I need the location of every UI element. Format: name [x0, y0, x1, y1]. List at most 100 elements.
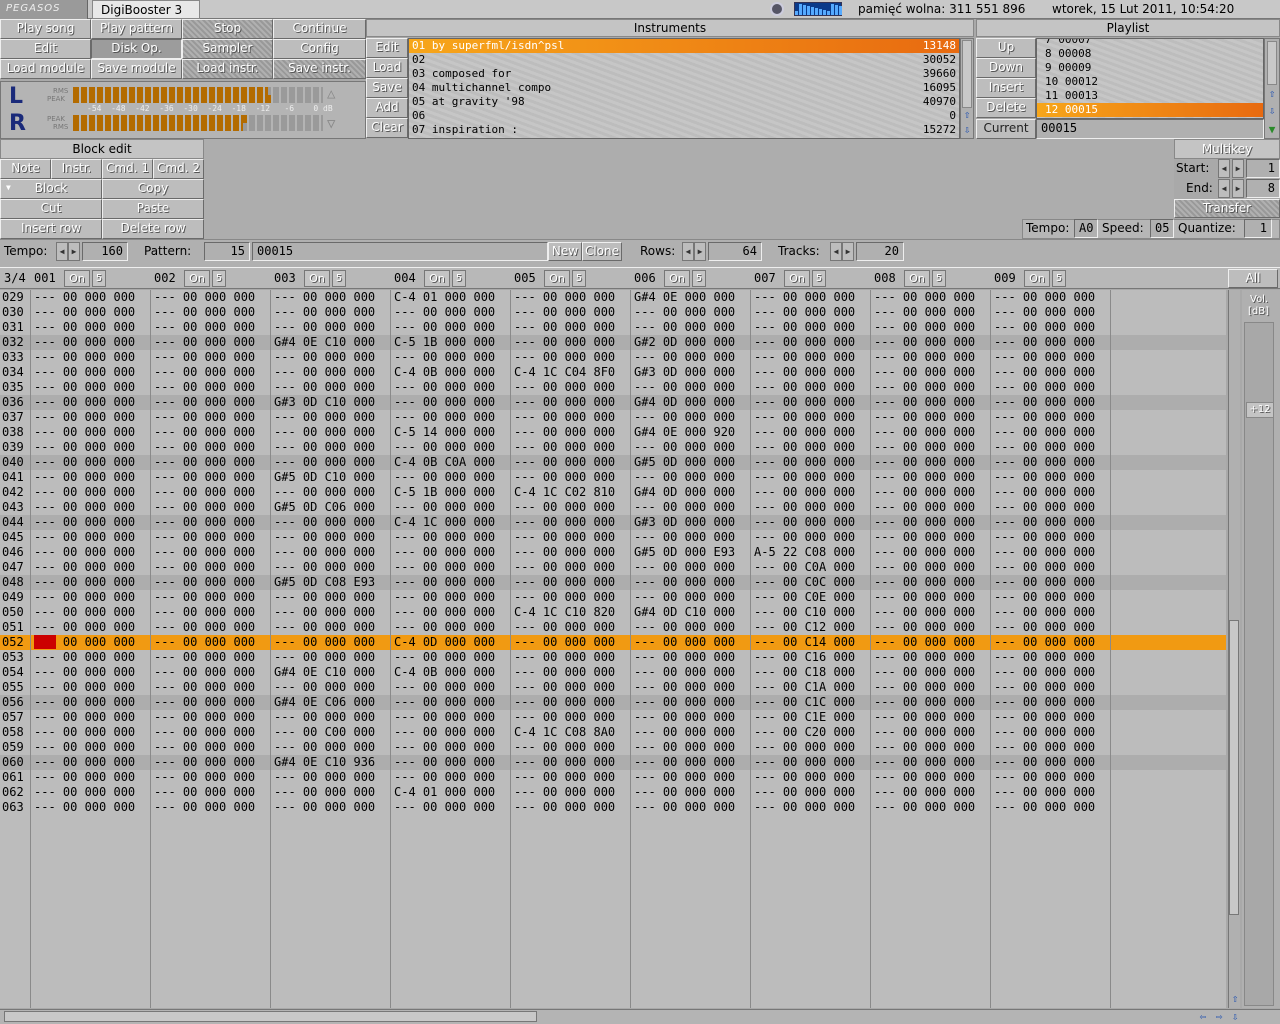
pattern-cell[interactable]: --- 00 000 000: [994, 500, 1095, 515]
dropdown-arrow-icon[interactable]: ▼: [6, 183, 11, 192]
block-note-button[interactable]: Note: [0, 159, 51, 179]
pattern-cell[interactable]: G#4 0E C10 936: [274, 755, 375, 770]
pattern-cell[interactable]: --- 00 000 000: [514, 560, 615, 575]
pattern-row[interactable]: 048 --- 00 000 000 --- 00 000 000 G#5 0D C0…: [0, 575, 1226, 590]
pattern-cell[interactable]: --- 00 000 000: [274, 410, 375, 425]
pattern-row[interactable]: 047 --- 00 000 000 --- 00 000 000 --- 00 00…: [0, 560, 1226, 575]
pattern-cell[interactable]: --- 00 000 000: [994, 785, 1095, 800]
pattern-cell[interactable]: G#4 0E C10 000: [274, 665, 375, 680]
pattern-number-field[interactable]: 15: [204, 242, 250, 261]
pattern-cell[interactable]: --- 00 000 000: [994, 380, 1095, 395]
track-volume-button[interactable]: 5: [572, 270, 586, 287]
continue-button[interactable]: Continue: [273, 19, 366, 39]
edit-cursor[interactable]: ---: [34, 635, 56, 649]
transfer-button[interactable]: Transfer: [1174, 199, 1280, 218]
pattern-cell[interactable]: --- 00 000 000: [994, 470, 1095, 485]
pattern-cell[interactable]: --- 00 000 000: [514, 785, 615, 800]
pattern-cell[interactable]: --- 00 000 000: [994, 425, 1095, 440]
pattern-cell[interactable]: --- 00 000 000: [34, 635, 135, 650]
pattern-cell[interactable]: --- 00 000 000: [994, 755, 1095, 770]
pattern-cell[interactable]: --- 00 000 000: [34, 650, 135, 665]
pattern-cell[interactable]: --- 00 000 000: [394, 395, 495, 410]
pattern-cell[interactable]: --- 00 000 000: [154, 725, 255, 740]
pattern-cell[interactable]: --- 00 000 000: [154, 395, 255, 410]
pattern-cell[interactable]: --- 00 000 000: [394, 350, 495, 365]
pattern-cell[interactable]: --- 00 000 000: [274, 620, 375, 635]
pattern-cell[interactable]: --- 00 000 000: [34, 695, 135, 710]
pattern-cell[interactable]: --- 00 000 000: [154, 665, 255, 680]
pattern-row[interactable]: 029 --- 00 000 000 --- 00 000 000 --- 00 00…: [0, 290, 1226, 305]
track-on-toggle[interactable]: On: [64, 270, 90, 287]
pattern-row[interactable]: 062 --- 00 000 000 --- 00 000 000 --- 00 00…: [0, 785, 1226, 800]
pattern-cell[interactable]: --- 00 000 000: [394, 725, 495, 740]
pattern-row[interactable]: 045 --- 00 000 000 --- 00 000 000 --- 00 00…: [0, 530, 1226, 545]
start-field[interactable]: 1: [1246, 159, 1280, 178]
pattern-cell[interactable]: C-4 1C C10 820: [514, 605, 615, 620]
pattern-row[interactable]: 049 --- 00 000 000 --- 00 000 000 --- 00 00…: [0, 590, 1226, 605]
pattern-cell[interactable]: --- 00 000 000: [34, 410, 135, 425]
pattern-cell[interactable]: --- 00 000 000: [754, 530, 855, 545]
pattern-cell[interactable]: --- 00 000 000: [994, 620, 1095, 635]
pattern-cell[interactable]: --- 00 000 000: [994, 665, 1095, 680]
save-module-button[interactable]: Save module: [91, 59, 182, 79]
pattern-row[interactable]: 053 --- 00 000 000 --- 00 000 000 --- 00 00…: [0, 650, 1226, 665]
pattern-row[interactable]: 034 --- 00 000 000 --- 00 000 000 --- 00 00…: [0, 365, 1226, 380]
pattern-cell[interactable]: --- 00 000 000: [754, 380, 855, 395]
pattern-cell[interactable]: --- 00 000 000: [874, 305, 975, 320]
block-cmd-2-button[interactable]: Cmd. 2: [153, 159, 204, 179]
pattern-cell[interactable]: --- 00 000 000: [34, 365, 135, 380]
pattern-cell[interactable]: --- 00 000 000: [34, 455, 135, 470]
instrument-item[interactable]: 05 at gravity '98 40970: [409, 95, 959, 109]
pattern-cell[interactable]: --- 00 000 000: [154, 650, 255, 665]
pattern-cell[interactable]: --- 00 000 000: [754, 785, 855, 800]
playlist-item[interactable]: 10 00012: [1037, 75, 1263, 89]
pattern-cell[interactable]: --- 00 000 000: [34, 590, 135, 605]
pattern-cell[interactable]: --- 00 000 000: [634, 410, 735, 425]
track-on-toggle[interactable]: On: [1024, 270, 1050, 287]
pattern-cell[interactable]: --- 00 000 000: [754, 485, 855, 500]
pattern-cell[interactable]: --- 00 000 000: [514, 380, 615, 395]
pattern-cell[interactable]: --- 00 000 000: [34, 470, 135, 485]
pattern-cell[interactable]: --- 00 000 000: [634, 710, 735, 725]
pattern-cell[interactable]: --- 00 000 000: [754, 455, 855, 470]
pattern-cell[interactable]: --- 00 000 000: [34, 395, 135, 410]
pattern-cell[interactable]: --- 00 000 000: [874, 740, 975, 755]
load-instr-button[interactable]: Load instr.: [182, 59, 273, 79]
pattern-cell[interactable]: --- 00 C0C 000: [754, 575, 855, 590]
pattern-cell[interactable]: --- 00 000 000: [754, 800, 855, 815]
pattern-cell[interactable]: --- 00 000 000: [394, 545, 495, 560]
pattern-cell[interactable]: --- 00 000 000: [994, 695, 1095, 710]
pattern-cell[interactable]: --- 00 000 000: [514, 410, 615, 425]
pattern-cell[interactable]: --- 00 000 000: [874, 335, 975, 350]
playlist-insert-button[interactable]: Insert: [976, 78, 1036, 98]
pattern-cell[interactable]: --- 00 000 000: [874, 665, 975, 680]
instrument-item[interactable]: 04 multichannel compo 16095: [409, 81, 959, 95]
pattern-cell[interactable]: G#4 0D C10 000: [634, 605, 735, 620]
pattern-cell[interactable]: --- 00 000 000: [34, 305, 135, 320]
end-decrease-icon[interactable]: ◀: [1218, 179, 1230, 198]
pattern-cell[interactable]: --- 00 000 000: [514, 545, 615, 560]
pattern-cell[interactable]: G#5 0D 000 E93: [634, 545, 735, 560]
pattern-cell[interactable]: --- 00 000 000: [994, 545, 1095, 560]
pattern-cell[interactable]: --- 00 C1E 000: [754, 710, 855, 725]
track-on-toggle[interactable]: On: [784, 270, 810, 287]
pattern-cell[interactable]: --- 00 000 000: [634, 665, 735, 680]
pattern-cell[interactable]: G#5 0D 000 000: [634, 455, 735, 470]
pattern-cell[interactable]: --- 00 000 000: [994, 650, 1095, 665]
save-instr-button[interactable]: Save instr.: [273, 59, 366, 79]
start-increase-icon[interactable]: ▶: [1232, 159, 1244, 178]
pattern-cell[interactable]: --- 00 000 000: [514, 650, 615, 665]
pattern-cell[interactable]: --- 00 000 000: [994, 680, 1095, 695]
pattern-cell[interactable]: --- 00 000 000: [514, 680, 615, 695]
instrument-clear-button[interactable]: Clear: [366, 118, 408, 138]
tempo-increase-icon[interactable]: ▶: [68, 242, 80, 261]
pattern-cell[interactable]: --- 00 000 000: [154, 785, 255, 800]
pattern-cell[interactable]: --- 00 000 000: [874, 320, 975, 335]
pattern-cell[interactable]: --- 00 C10 000: [754, 605, 855, 620]
pattern-row[interactable]: 058 --- 00 000 000 --- 00 000 000 --- 00 C0…: [0, 725, 1226, 740]
pattern-cell[interactable]: --- 00 000 000: [994, 485, 1095, 500]
pattern-cell[interactable]: --- 00 000 000: [274, 770, 375, 785]
pattern-cell[interactable]: --- 00 000 000: [514, 440, 615, 455]
pattern-cell[interactable]: --- 00 000 000: [994, 770, 1095, 785]
new-pattern-button[interactable]: New: [548, 242, 582, 261]
